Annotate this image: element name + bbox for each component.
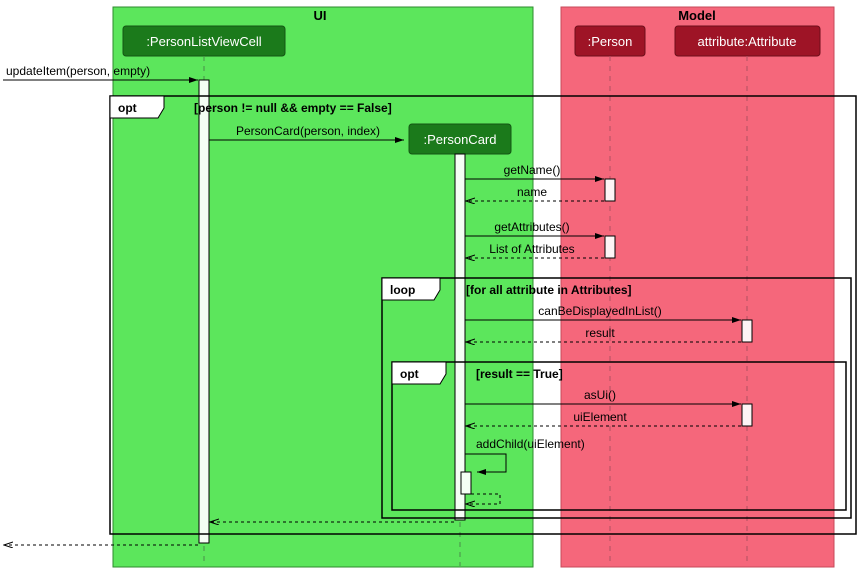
msg-personcardctor: PersonCard(person, index) (236, 124, 380, 138)
activation-attribute-2 (742, 404, 752, 426)
msg-getname: getName() (504, 163, 561, 177)
activation-person-2 (605, 236, 615, 258)
participant-personlistviewcell: :PersonListViewCell (123, 26, 285, 56)
msg-getattributes: getAttributes() (494, 220, 569, 234)
fragment-loop-guard: [for all attribute in Attributes] (466, 283, 632, 297)
fragment-loop-label: loop (390, 283, 415, 297)
label-personcard: :PersonCard (424, 132, 497, 147)
participant-attribute: attribute:Attribute (675, 26, 820, 56)
activation-personlistviewcell (199, 80, 209, 543)
ui-box-label: UI (314, 8, 327, 23)
msg-updateitem: updateItem(person, empty) (6, 64, 150, 78)
label-person: :Person (588, 34, 633, 49)
activation-personcard-self (461, 472, 471, 494)
msg-asui: asUi() (584, 388, 616, 402)
participant-person: :Person (575, 26, 645, 56)
label-personlistviewcell: :PersonListViewCell (146, 34, 261, 49)
model-box-label: Model (678, 8, 716, 23)
fragment-opt1-label: opt (118, 101, 137, 115)
ret-uielement: uiElement (573, 410, 627, 424)
activation-personcard (455, 154, 465, 520)
activation-person-1 (605, 179, 615, 201)
ret-name: name (517, 185, 547, 199)
activation-attribute-1 (742, 320, 752, 342)
fragment-opt1-guard: [person != null && empty == False] (194, 101, 392, 115)
ret-result: result (585, 326, 615, 340)
msg-canbedisplayed: canBeDisplayedInList() (538, 304, 661, 318)
fragment-opt2-guard: [result == True] (476, 367, 563, 381)
msg-addchild: addChild(uiElement) (476, 437, 585, 451)
ret-attributes: List of Attributes (489, 242, 574, 256)
fragment-opt2-label: opt (400, 367, 419, 381)
participant-personcard: :PersonCard (409, 124, 511, 154)
label-attribute: attribute:Attribute (698, 34, 797, 49)
